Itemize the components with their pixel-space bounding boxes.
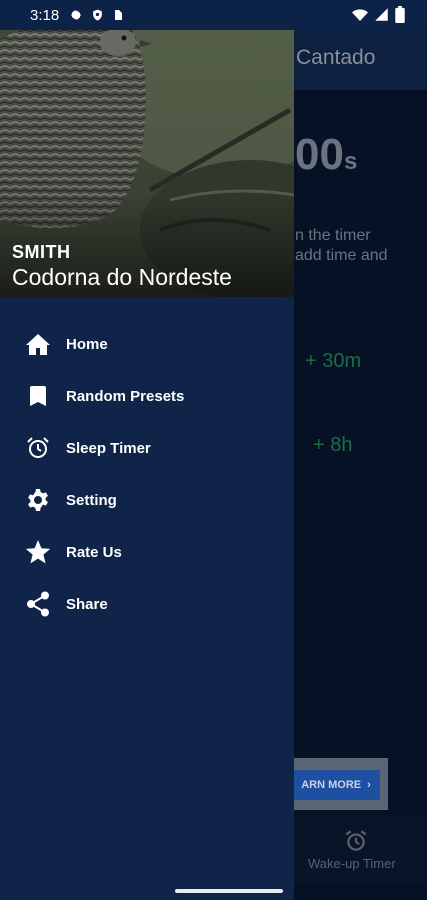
star-icon: [25, 539, 51, 565]
sim-card-notification-icon: [115, 10, 123, 20]
menu-item-setting[interactable]: Setting: [0, 474, 294, 526]
timer-value: 00: [295, 130, 344, 179]
status-notification-icons: [69, 8, 124, 22]
home-icon: [25, 331, 51, 357]
status-bar: 3:18: [0, 0, 427, 30]
wifi-icon: [352, 8, 368, 21]
chevron-right-icon: ›: [367, 779, 371, 791]
menu-item-label: Share: [66, 595, 108, 613]
drawer-header: SMITH Codorna do Nordeste: [0, 0, 294, 297]
menu-item-label: Rate Us: [66, 543, 122, 561]
background-timer-description: n the timer add time and: [295, 226, 388, 266]
menu-item-label: Setting: [66, 491, 117, 509]
settings-notification-icon: [70, 9, 82, 21]
menu-item-rate-us[interactable]: Rate Us: [0, 526, 294, 578]
menu-item-random-presets[interactable]: Random Presets: [0, 370, 294, 422]
battery-icon: [395, 6, 405, 23]
status-time: 3:18: [30, 6, 60, 24]
menu-item-label: Sleep Timer: [66, 439, 151, 457]
ad-learn-more-label: ARN MORE: [301, 779, 362, 791]
drawer-menu: Home Random Presets Sleep Timer Setting …: [0, 318, 294, 630]
menu-item-sleep-timer[interactable]: Sleep Timer: [0, 422, 294, 474]
share-icon: [25, 591, 51, 617]
home-gesture-handle[interactable]: [175, 889, 283, 893]
menu-item-share[interactable]: Share: [0, 578, 294, 630]
gear-icon: [25, 487, 51, 513]
description-line-2: add time and: [295, 247, 388, 264]
shield-notification-icon: [93, 9, 103, 21]
background-timer-display: 00s: [295, 130, 357, 180]
status-system-icons: [352, 6, 405, 23]
drawer-header-title: Codorna do Nordeste: [12, 264, 232, 290]
ad-learn-more-button[interactable]: ARN MORE ›: [292, 770, 380, 800]
menu-item-label: Random Presets: [66, 387, 185, 405]
add-30m-button[interactable]: + 30m: [305, 350, 361, 373]
menu-item-home[interactable]: Home: [0, 318, 294, 370]
alarm-clock-icon: [345, 830, 367, 851]
system-navigation-bar: [0, 855, 427, 900]
background-app-title: Cantado: [296, 46, 376, 69]
description-line-1: n the timer: [295, 227, 371, 244]
timer-unit: s: [343, 148, 358, 175]
alarm-clock-icon: [25, 435, 51, 461]
drawer-header-subtitle: SMITH: [12, 242, 71, 262]
menu-item-label: Home: [66, 335, 108, 353]
signal-icon: [375, 8, 388, 21]
navigation-drawer: SMITH Codorna do Nordeste Home Random Pr…: [0, 0, 294, 900]
bookmark-icon: [25, 383, 51, 409]
add-8h-button[interactable]: + 8h: [313, 434, 352, 457]
